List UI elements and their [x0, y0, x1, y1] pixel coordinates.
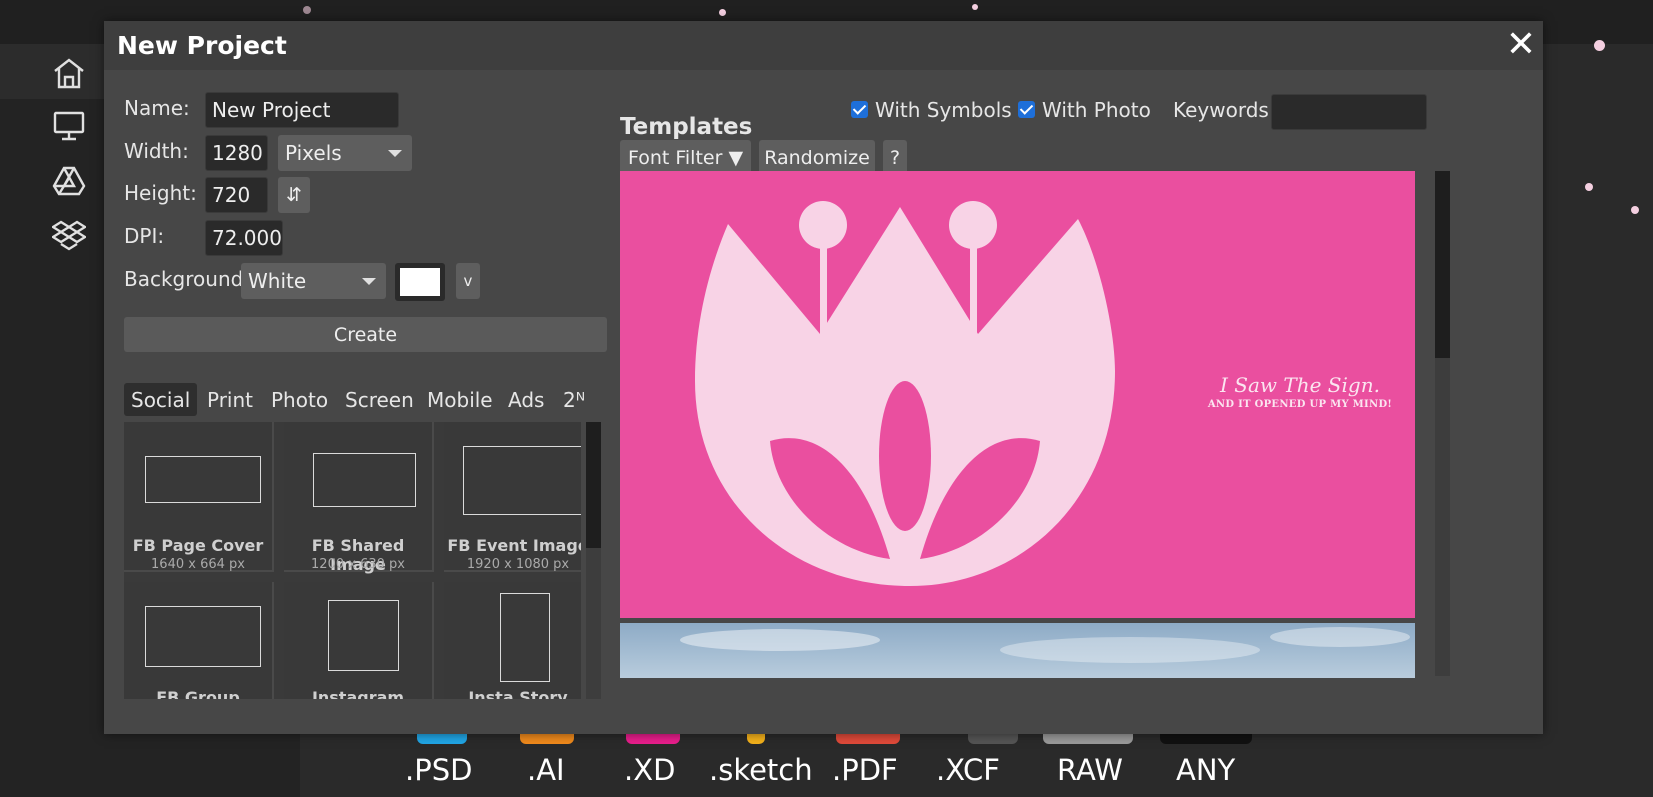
dpi-input[interactable]: 72.000 [205, 220, 283, 256]
preset-tile[interactable]: Insta Story [444, 582, 581, 699]
decor-dot [719, 9, 726, 16]
background-label: Background: [124, 267, 251, 291]
tab-social[interactable]: Social [124, 383, 198, 416]
preview-subheading: AND IT OPENED UP MY MIND! [1207, 399, 1393, 410]
name-label: Name: [124, 96, 190, 120]
format-sketch[interactable]: .sketch [709, 753, 813, 787]
template-preview-second[interactable] [620, 623, 1415, 678]
width-label: Width: [124, 139, 189, 163]
dialog-header: New Project ✕ [104, 21, 1543, 70]
with-photo-checkbox[interactable] [1018, 101, 1035, 118]
sky-cloud [680, 629, 880, 651]
preset-shape [145, 456, 261, 503]
keywords-input[interactable] [1271, 94, 1427, 130]
preset-tile[interactable]: FB Group Header [124, 582, 274, 699]
preset-name: Insta Story [468, 688, 568, 699]
with-photo-label[interactable]: With Photo [1042, 98, 1151, 122]
preset-grid: FB Page Cover 1640 x 664 px FB Shared Im… [124, 422, 581, 699]
tab-powers-of-two[interactable]: 2ᴺ [556, 383, 592, 416]
format-psd[interactable]: .PSD [405, 753, 472, 787]
preset-scrollbar[interactable] [586, 422, 601, 699]
preset-tile[interactable]: FB Shared Image 1200 x 630 px [284, 422, 434, 574]
tab-mobile[interactable]: Mobile [420, 383, 500, 416]
decor-dot [972, 4, 978, 10]
unit-select-value: Pixels [285, 141, 342, 165]
decor-dot [1631, 206, 1639, 214]
background-select-value: White [248, 269, 307, 293]
preset-shape [313, 453, 416, 507]
dropbox-icon[interactable] [50, 216, 88, 254]
preset-name: Instagram [311, 688, 405, 699]
preset-shape [328, 600, 399, 671]
format-any[interactable]: ANY [1176, 753, 1235, 787]
preset-tile[interactable]: FB Page Cover 1640 x 664 px [124, 422, 274, 572]
template-preview[interactable]: I Saw The Sign. AND IT OPENED UP MY MIND… [620, 171, 1415, 618]
format-ai[interactable]: .AI [527, 753, 565, 787]
dialog-title: New Project [117, 31, 287, 60]
decor-dot [1594, 40, 1605, 51]
preset-name: FB Event Image [447, 536, 581, 555]
background-color-swatch[interactable] [395, 263, 445, 301]
dpi-label: DPI: [124, 224, 165, 248]
swap-dimensions-button[interactable]: ⇵ [278, 177, 310, 213]
preset-tile[interactable]: FB Event Image 1920 x 1080 px [444, 422, 581, 572]
preset-size: 1920 x 1080 px [466, 557, 570, 572]
name-input[interactable]: New Project [205, 92, 399, 128]
google-drive-icon[interactable] [50, 162, 88, 200]
background-select[interactable]: White [241, 263, 386, 299]
decor-dot [1585, 183, 1593, 191]
preset-shape [463, 446, 581, 515]
home-icon[interactable] [50, 54, 88, 92]
color-fill [400, 268, 440, 296]
decor-dot [303, 6, 311, 14]
with-symbols-label[interactable]: With Symbols [875, 98, 1012, 122]
preset-name: FB Group Header [156, 688, 240, 699]
templates-title: Templates [620, 114, 753, 140]
scrollbar-thumb[interactable] [586, 422, 601, 548]
tab-print[interactable]: Print [200, 383, 260, 416]
color-options-button[interactable]: v [456, 263, 480, 299]
keywords-label: Keywords: [1173, 98, 1276, 122]
sky-cloud [1000, 637, 1260, 663]
preset-size: 1200 x 630 px [311, 557, 405, 572]
format-raw[interactable]: RAW [1057, 753, 1123, 787]
chevron-down-icon [362, 278, 376, 285]
scrollbar-thumb[interactable] [1435, 171, 1450, 358]
preset-size: 1640 x 664 px [151, 557, 245, 572]
chevron-down-icon [388, 150, 402, 157]
tab-screen[interactable]: Screen [338, 383, 421, 416]
height-input[interactable]: 720 [205, 177, 268, 213]
new-project-dialog: New Project ✕ Name: New Project Width: 1… [104, 21, 1543, 734]
width-input[interactable]: 1280 [205, 135, 268, 171]
preview-heading: I Saw The Sign. [1220, 373, 1380, 397]
create-button[interactable]: Create [124, 317, 607, 352]
templates-scrollbar[interactable] [1435, 171, 1450, 676]
with-symbols-checkbox[interactable] [851, 101, 868, 118]
close-button[interactable]: ✕ [1502, 26, 1540, 64]
preset-tile[interactable]: Instagram [284, 582, 434, 699]
sky-cloud [1270, 627, 1410, 647]
tab-ads[interactable]: Ads [501, 383, 551, 416]
format-xcf[interactable]: .XCF [936, 753, 1000, 787]
format-xd[interactable]: .XD [624, 753, 675, 787]
tab-photo[interactable]: Photo [264, 383, 335, 416]
format-pdf[interactable]: .PDF [832, 753, 898, 787]
preset-shape [145, 606, 261, 667]
height-label: Height: [124, 181, 197, 205]
unit-select[interactable]: Pixels [278, 135, 412, 171]
monitor-icon[interactable] [50, 107, 88, 145]
preset-name: FB Page Cover [132, 536, 264, 555]
preset-shape [500, 593, 550, 682]
